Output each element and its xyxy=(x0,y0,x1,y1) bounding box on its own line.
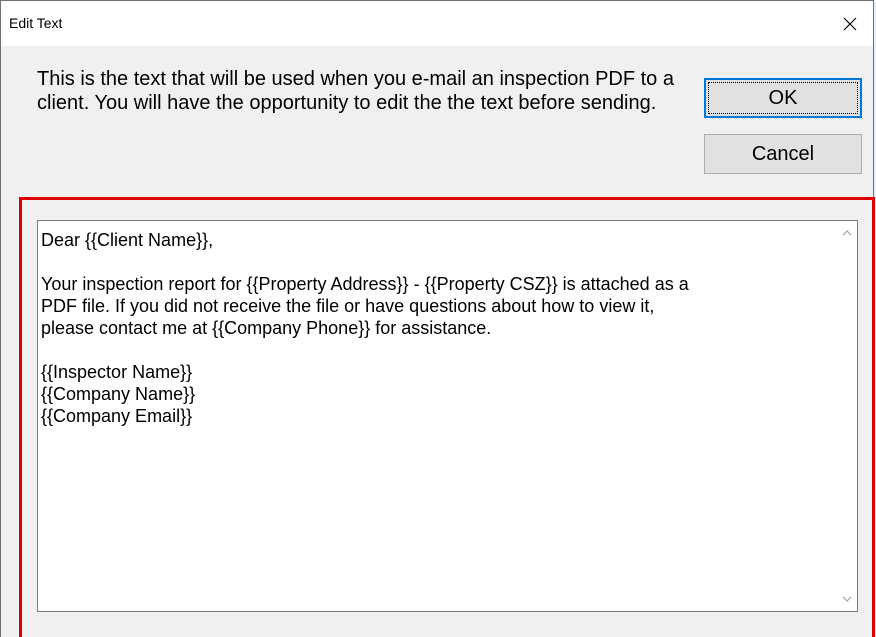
ok-button[interactable]: OK xyxy=(704,78,862,118)
scroll-down-button[interactable] xyxy=(837,589,857,609)
editor-line: Dear {{Client Name}}, xyxy=(41,230,214,250)
close-icon xyxy=(843,17,857,30)
email-text-editor[interactable]: Dear {{Client Name}}, Your inspection rep… xyxy=(37,220,858,612)
chevron-up-icon xyxy=(842,230,852,236)
title-bar: Edit Text xyxy=(1,1,873,46)
editor-content[interactable]: Dear {{Client Name}}, Your inspection rep… xyxy=(41,229,841,427)
cancel-button[interactable]: Cancel xyxy=(704,134,862,174)
close-button[interactable] xyxy=(827,1,873,46)
editor-line: {{Company Email}} xyxy=(41,406,193,426)
vertical-scrollbar[interactable] xyxy=(837,221,857,611)
editor-line: {{Inspector Name}} xyxy=(41,362,193,382)
window-title: Edit Text xyxy=(9,15,63,31)
editor-line: please contact me at {{Company Phone}} f… xyxy=(41,318,492,338)
editor-line: {{Company Name}} xyxy=(41,384,196,404)
editor-line: PDF file. If you did not receive the fil… xyxy=(41,296,655,316)
scroll-up-button[interactable] xyxy=(837,223,857,243)
editor-line: Your inspection report for {{Property Ad… xyxy=(41,274,689,294)
dialog-description: This is the text that will be used when … xyxy=(37,68,674,114)
chevron-down-icon xyxy=(842,596,852,602)
